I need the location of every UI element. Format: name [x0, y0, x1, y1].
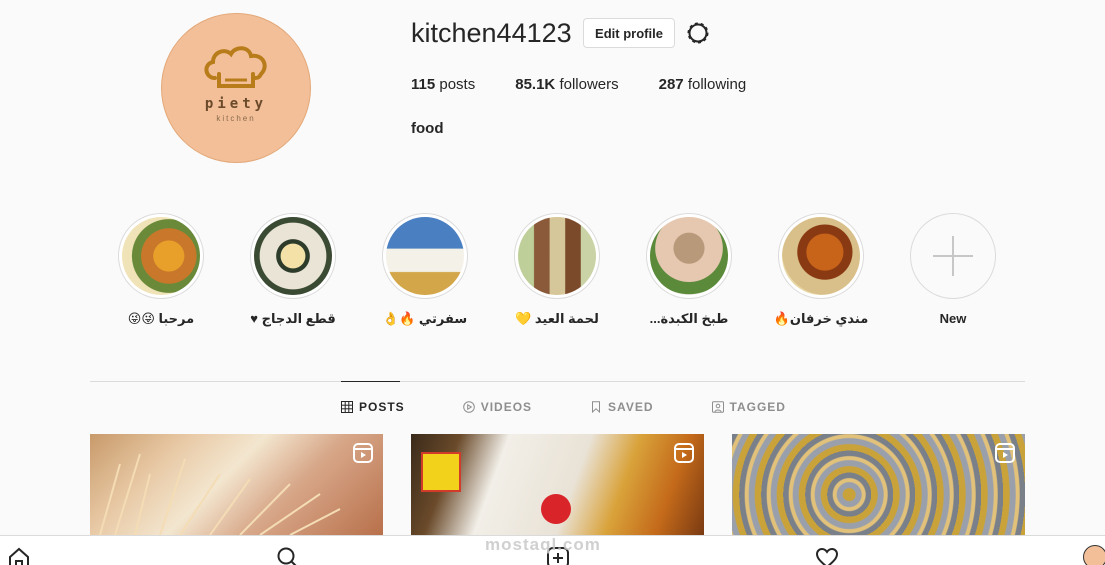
profile-tabs: POSTS VIDEOS SAVED TAGGED — [341, 400, 844, 414]
tab-tagged[interactable]: TAGGED — [711, 400, 786, 414]
settings-gear-icon[interactable] — [686, 21, 710, 45]
highlight-label: طبخ الكبدة... — [649, 311, 729, 326]
chef-hat-logo-icon — [204, 45, 267, 88]
highlight-item[interactable]: سفرتي 🔥👌 — [359, 213, 491, 327]
stat-posts[interactable]: 115 posts — [411, 76, 475, 93]
reel-icon — [674, 443, 694, 463]
highlight-thumbnail — [122, 217, 200, 295]
post-thumbnail[interactable] — [732, 434, 1025, 535]
highlight-thumbnail — [386, 217, 464, 295]
highlight-item[interactable]: طبخ الكبدة... — [623, 213, 755, 327]
story-highlights: مرحبا 😜😜 قطع الدجاج ♥ سفرتي 🔥👌 لحمة العي… — [95, 213, 1019, 327]
heart-icon[interactable] — [815, 546, 839, 565]
profile-username: kitchen44123 — [411, 18, 572, 48]
highlight-label: قطع الدجاج ♥ — [250, 311, 336, 326]
grid-icon — [341, 401, 353, 413]
stat-followers[interactable]: 85.1K followers — [515, 76, 618, 93]
tag-icon — [711, 401, 724, 413]
new-highlight-label: New — [939, 311, 967, 326]
highlight-item[interactable]: قطع الدجاج ♥ — [227, 213, 359, 327]
highlight-item[interactable]: مرحبا 😜😜 — [95, 213, 227, 327]
post-thumbnail[interactable] — [411, 434, 704, 535]
brand-subtitle: kitchen — [216, 113, 256, 123]
tab-posts[interactable]: POSTS — [341, 400, 405, 414]
tab-label: TAGGED — [729, 400, 786, 414]
section-divider — [90, 381, 1025, 382]
highlight-thumbnail — [650, 217, 728, 295]
edit-profile-button[interactable]: Edit profile — [583, 18, 675, 48]
reel-icon — [353, 443, 373, 463]
home-icon[interactable] — [7, 546, 31, 565]
tab-label: VIDEOS — [480, 400, 533, 414]
brand-name: piety — [204, 95, 268, 112]
highlight-item[interactable]: مندي خرفان🔥 — [755, 213, 887, 327]
new-highlight-button[interactable]: New — [887, 213, 1019, 327]
profile-avatar[interactable]: piety kitchen — [161, 13, 311, 163]
active-tab-indicator — [341, 381, 400, 382]
highlight-thumbnail — [254, 217, 332, 295]
play-circle-icon — [462, 401, 475, 413]
highlight-item[interactable]: لحمة العيد 💛 — [491, 213, 623, 327]
tomato-decoration — [541, 494, 571, 524]
highlight-label: مرحبا 😜😜 — [127, 311, 195, 326]
highlight-label: سفرتي 🔥👌 — [382, 311, 468, 326]
watermark: mostaql.com — [485, 535, 601, 554]
profile-avatar-small[interactable] — [1083, 545, 1105, 565]
highlight-label: مندي خرفان🔥 — [773, 311, 869, 326]
highlight-label: لحمة العيد 💛 — [515, 311, 599, 326]
post-thumbnail[interactable] — [90, 434, 383, 535]
yellow-box-decoration — [421, 452, 461, 492]
bookmark-icon — [592, 401, 601, 413]
plus-icon — [933, 236, 973, 276]
reel-icon — [995, 443, 1015, 463]
profile-bio: food — [411, 120, 444, 137]
tab-videos[interactable]: VIDEOS — [462, 400, 533, 414]
profile-stats: 115 posts 85.1K followers 287 following — [411, 76, 786, 93]
search-icon[interactable] — [276, 546, 300, 565]
toothpicks-decoration — [99, 453, 341, 535]
tab-saved[interactable]: SAVED — [590, 400, 653, 414]
stat-following[interactable]: 287 following — [659, 76, 747, 93]
highlight-thumbnail — [782, 217, 860, 295]
tab-label: SAVED — [608, 400, 654, 414]
tab-label: POSTS — [359, 400, 405, 414]
highlight-thumbnail — [518, 217, 596, 295]
